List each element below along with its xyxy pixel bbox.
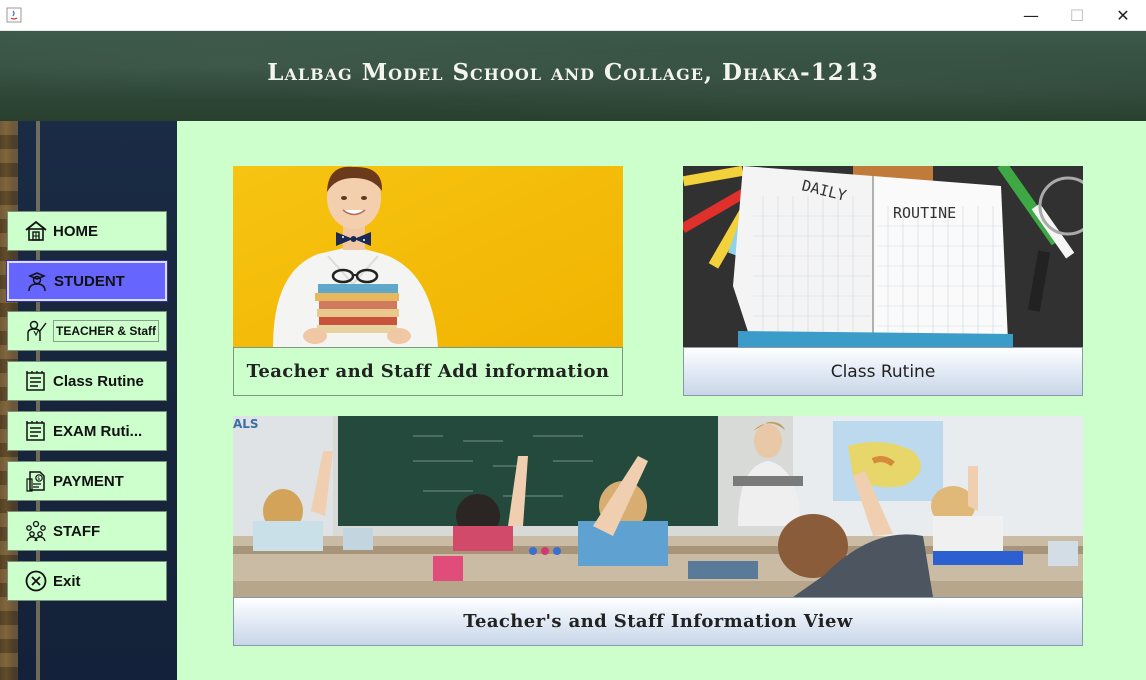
main-panel: Teacher and Staff Add information DAILY … xyxy=(177,121,1146,680)
class-routine-card[interactable]: DAILY ROUTINE Class Rutine xyxy=(683,166,1083,396)
nav-staff-label: STAFF xyxy=(53,522,101,540)
header-banner: Lalbag Model School and Collage, Dhaka-1… xyxy=(0,31,1146,121)
teacher-staff-view-label: Teacher's and Staff Information View xyxy=(463,611,853,632)
nav-exit-button[interactable]: Exit xyxy=(7,561,167,601)
school-title: Lalbag Model School and Collage, Dhaka-1… xyxy=(267,58,879,86)
exam-icon xyxy=(24,419,48,443)
sidebar: HOME STUDENT TEACHER & Staff Class Rutin… xyxy=(0,121,177,680)
teacher-staff-add-card[interactable]: Teacher and Staff Add information xyxy=(233,166,623,396)
nav-student-label: STUDENT xyxy=(54,272,125,290)
teacher-staff-view-caption[interactable]: Teacher's and Staff Information View xyxy=(233,597,1083,646)
nav-payment-label: PAYMENT xyxy=(53,472,124,490)
nav-exam-routine-label: EXAM Ruti... xyxy=(53,422,143,440)
routine-icon xyxy=(24,369,48,393)
home-icon xyxy=(24,219,48,243)
boy-with-books-photo xyxy=(233,166,623,347)
teacher-staff-view-card[interactable]: ALS Teacher's and Staff Information View xyxy=(233,416,1083,646)
class-routine-caption[interactable]: Class Rutine xyxy=(683,347,1083,396)
svg-text:$: $ xyxy=(37,476,40,482)
nav-student-button[interactable]: STUDENT xyxy=(6,260,168,302)
teacher-staff-add-caption[interactable]: Teacher and Staff Add information xyxy=(233,347,623,396)
nav-teacher-staff-label: TEACHER & Staff xyxy=(56,324,157,338)
svg-text:ALS: ALS xyxy=(233,417,259,431)
class-routine-label: Class Rutine xyxy=(830,361,936,382)
nav-staff-button[interactable]: STAFF xyxy=(7,511,167,551)
nav-class-routine-button[interactable]: Class Rutine xyxy=(7,361,167,401)
nav-payment-button[interactable]: $ PAYMENT xyxy=(7,461,167,501)
nav-teacher-staff-button[interactable]: TEACHER & Staff xyxy=(7,311,167,351)
nav-home-label: HOME xyxy=(53,222,98,240)
java-app-icon xyxy=(6,7,22,23)
payment-icon: $ xyxy=(24,469,48,493)
nav-exam-routine-button[interactable]: EXAM Ruti... xyxy=(7,411,167,451)
minimize-button[interactable]: — xyxy=(1008,0,1054,31)
maximize-button[interactable]: ☐ xyxy=(1054,0,1100,31)
nav-exit-label: Exit xyxy=(53,572,81,590)
window-titlebar: — ☐ ✕ xyxy=(0,0,1146,31)
exit-icon xyxy=(24,569,48,593)
teacher-staff-add-label: Teacher and Staff Add information xyxy=(246,361,610,382)
student-icon xyxy=(25,269,49,293)
teacher-icon xyxy=(24,319,48,343)
staff-icon xyxy=(24,519,48,543)
nav-class-routine-label: Class Rutine xyxy=(53,372,144,390)
classroom-students-photo: ALS xyxy=(233,416,1083,597)
notebook-routine-text: ROUTINE xyxy=(893,204,956,222)
daily-routine-notebook-photo: DAILY ROUTINE xyxy=(683,166,1083,347)
nav-home-button[interactable]: HOME xyxy=(7,211,167,251)
close-button[interactable]: ✕ xyxy=(1100,0,1146,31)
